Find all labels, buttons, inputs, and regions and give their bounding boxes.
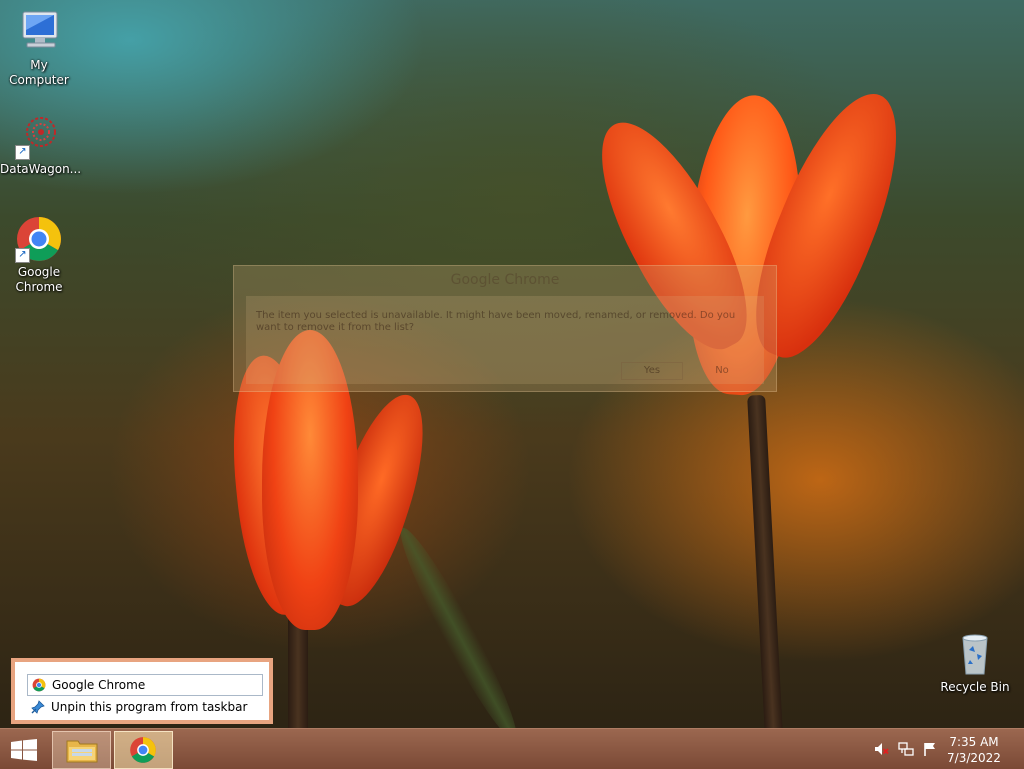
jump-list-item-label: Unpin this program from taskbar [51, 700, 248, 714]
taskbar-jump-list: Google Chrome Unpin this program from ta… [11, 658, 273, 724]
shortcut-arrow-icon: ↗ [15, 145, 30, 160]
tulip-stem-right [747, 394, 783, 728]
chrome-icon [129, 736, 157, 768]
desktop: Google Chrome The item you selected is u… [0, 0, 1024, 728]
desktop-icon-recycle-bin[interactable]: Recycle Bin [936, 630, 1014, 695]
jump-list-item-google-chrome[interactable]: Google Chrome [27, 674, 263, 696]
unavailable-item-dialog: Google Chrome The item you selected is u… [233, 265, 777, 392]
desktop-icon-google-chrome[interactable]: ↗ Google Chrome [0, 215, 78, 295]
unpin-icon [31, 700, 45, 714]
jump-list-item-unpin[interactable]: Unpin this program from taskbar [27, 697, 261, 717]
dialog-no-button[interactable]: No [691, 362, 753, 380]
desktop-icon-label: Recycle Bin [940, 680, 1010, 694]
dialog-title: Google Chrome [450, 272, 560, 288]
desktop-icon-label: My Computer [9, 58, 69, 87]
dialog-message: The item you selected is unavailable. It… [256, 310, 736, 333]
datawagon-icon: ↗ [15, 112, 63, 160]
computer-icon [15, 8, 63, 56]
taskbar-button-file-explorer[interactable] [52, 731, 111, 769]
start-button[interactable] [0, 731, 48, 767]
windows-logo-icon [11, 739, 37, 765]
taskbar: 7:35 AM 7/3/2022 [0, 728, 1024, 769]
network-icon[interactable] [898, 741, 914, 757]
dialog-yes-button[interactable]: Yes [621, 362, 683, 380]
taskbar-clock[interactable]: 7:35 AM 7/3/2022 [944, 734, 1004, 766]
jump-list-item-label: Google Chrome [52, 678, 146, 692]
desktop-icon-datawagon[interactable]: ↗ DataWagon... [0, 112, 82, 177]
chrome-icon: ↗ [15, 215, 63, 263]
folder-icon [66, 737, 98, 767]
dialog-body: The item you selected is unavailable. It… [246, 296, 764, 384]
chrome-icon [32, 678, 46, 692]
desktop-icon-my-computer[interactable]: My Computer [0, 8, 78, 88]
clock-time: 7:35 AM [949, 735, 999, 749]
taskbar-button-google-chrome[interactable] [114, 731, 173, 769]
volume-muted-icon[interactable] [873, 741, 889, 757]
shortcut-arrow-icon: ↗ [15, 248, 30, 263]
recycle-bin-icon [951, 630, 999, 678]
clock-date: 7/3/2022 [947, 751, 1001, 765]
jump-list-panel: Google Chrome Unpin this program from ta… [15, 662, 269, 720]
action-center-flag-icon[interactable] [922, 741, 938, 757]
desktop-icon-label: Google Chrome [15, 265, 63, 294]
desktop-icon-label: DataWagon... [0, 162, 82, 176]
grass-blade [389, 521, 529, 728]
